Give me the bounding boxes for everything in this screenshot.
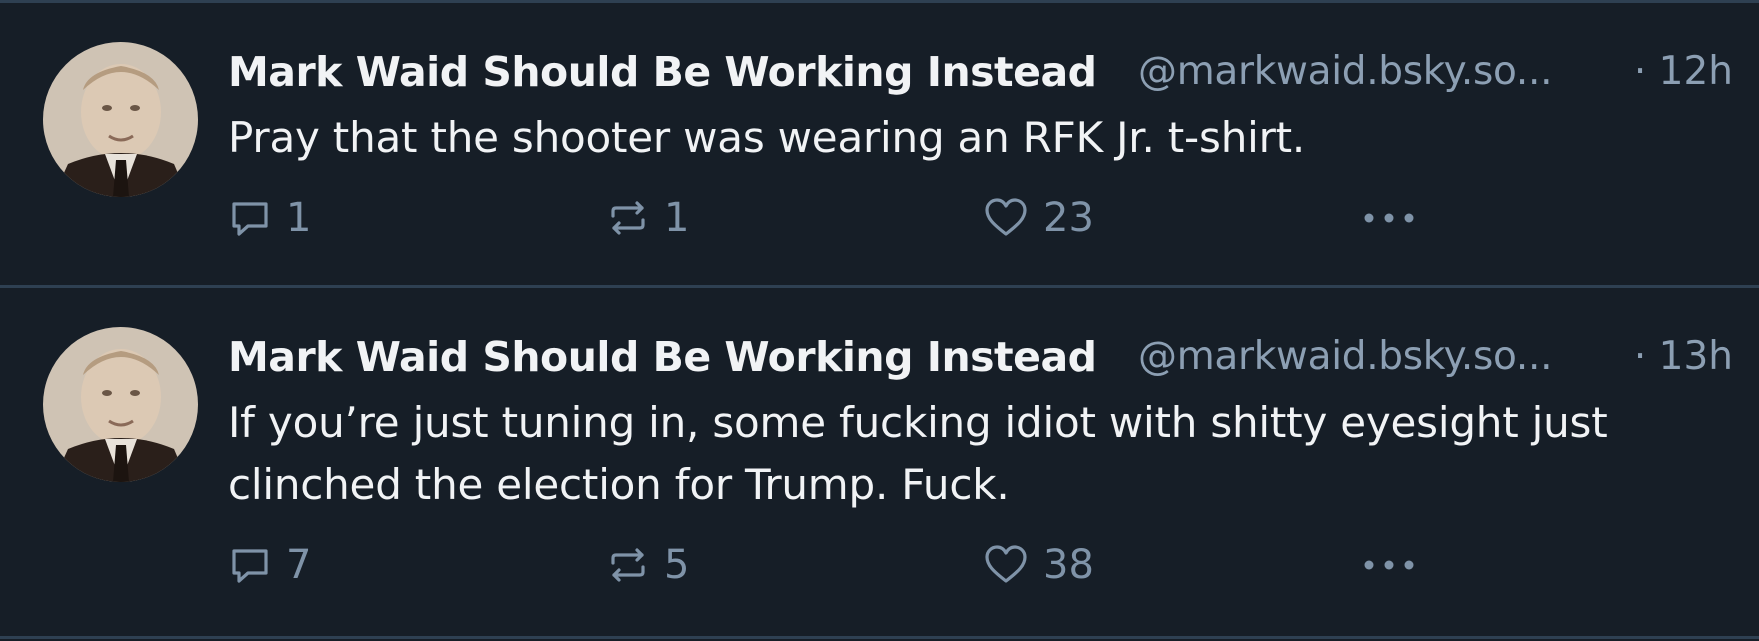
post-time[interactable]: · 13h	[1634, 327, 1733, 387]
reply-count: 7	[286, 542, 312, 588]
repost-count: 1	[664, 195, 690, 241]
repost-button[interactable]: 5	[606, 540, 689, 590]
more-options-button[interactable]	[1363, 193, 1415, 243]
post-actions: 1 1 23	[228, 193, 1428, 243]
more-options-button[interactable]	[1363, 540, 1415, 590]
like-button[interactable]: 23	[983, 193, 1094, 243]
author-name[interactable]: Mark Waid Should Be Working Instead	[228, 42, 1097, 102]
heart-icon	[983, 196, 1029, 240]
post-feed: Mark Waid Should Be Working Instead @mar…	[0, 0, 1759, 641]
avatar[interactable]	[43, 327, 198, 482]
repost-arrows-icon	[606, 543, 650, 587]
avatar[interactable]	[43, 42, 198, 197]
post-item[interactable]: Mark Waid Should Be Working Instead @mar…	[0, 288, 1759, 638]
repost-button[interactable]: 1	[606, 193, 689, 243]
post-actions: 7 5 38	[228, 540, 1428, 590]
author-handle[interactable]: @markwaid.bsky.so...	[1138, 42, 1552, 102]
post-header: Mark Waid Should Be Working Instead @mar…	[228, 327, 1733, 387]
author-name[interactable]: Mark Waid Should Be Working Instead	[228, 327, 1097, 387]
post-text: If you’re just tuning in, some fucking i…	[228, 398, 1608, 509]
reply-button[interactable]: 1	[228, 193, 311, 243]
post-time[interactable]: · 12h	[1634, 42, 1733, 102]
reply-button[interactable]: 7	[228, 540, 311, 590]
post-text: Pray that the shooter was wearing an RFK…	[228, 113, 1306, 162]
repost-count: 5	[664, 542, 690, 588]
divider	[0, 636, 1759, 639]
reply-count: 1	[286, 195, 312, 241]
post-item[interactable]: Mark Waid Should Be Working Instead @mar…	[0, 0, 1759, 287]
like-count: 38	[1043, 542, 1094, 588]
speech-bubble-icon	[228, 543, 272, 587]
like-count: 23	[1043, 195, 1094, 241]
ellipsis-icon	[1363, 209, 1415, 228]
author-handle[interactable]: @markwaid.bsky.so...	[1138, 327, 1552, 387]
repost-arrows-icon	[606, 196, 650, 240]
heart-icon	[983, 543, 1029, 587]
post-header: Mark Waid Should Be Working Instead @mar…	[228, 42, 1733, 102]
ellipsis-icon	[1363, 556, 1415, 575]
speech-bubble-icon	[228, 196, 272, 240]
like-button[interactable]: 38	[983, 540, 1094, 590]
